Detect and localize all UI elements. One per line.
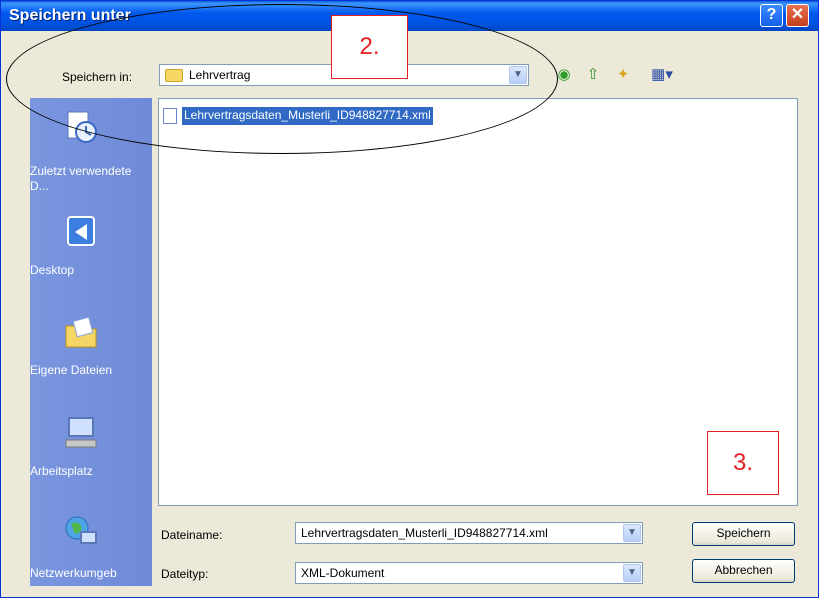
place-label-desktop: Desktop [30,263,75,277]
annotation-step-2: 2. [331,15,408,79]
filetype-dropdown[interactable]: XML-Dokument ▼ [295,562,643,584]
file-list[interactable]: Lehrvertragsdaten_Musterli_ID948827714.x… [158,98,798,506]
annotation-step-3: 3. [707,431,779,495]
chevron-down-icon[interactable]: ▼ [623,524,641,542]
help-button[interactable]: ? [760,4,783,27]
xml-file-icon [163,108,177,124]
my-documents-icon [65,316,97,348]
filetype-label: Dateityp: [161,567,209,581]
filename-value: Lehrvertragsdaten_Musterli_ID948827714.x… [301,526,548,540]
filetype-value: XML-Dokument [301,566,385,580]
save-in-value: Lehrvertrag [189,68,251,82]
dialog-title: Speichern unter [9,7,131,24]
my-computer-icon [65,417,97,448]
desktop-icon [67,216,95,246]
folder-icon [165,69,183,82]
save-in-label: Speichern in: [62,70,133,84]
place-label-my-computer: Arbeitsplatz [30,464,93,478]
view-menu-icon[interactable]: ▦▾ [649,66,675,84]
title-bar[interactable]: Speichern unter ? ✕ [1,1,818,31]
up-folder-icon[interactable]: ⇧ [583,66,603,84]
filename-label: Dateiname: [161,528,223,542]
chevron-down-icon[interactable]: ▼ [509,66,527,84]
network-icon [65,516,97,544]
chevron-down-icon[interactable]: ▼ [623,564,641,582]
save-button[interactable]: Speichern [692,522,795,546]
file-name: Lehrvertragsdaten_Musterli_ID948827714.x… [181,106,434,126]
close-button[interactable]: ✕ [786,4,809,27]
place-label-network: Netzwerkumgeb [30,566,117,580]
place-label-my-documents: Eigene Dateien [30,363,113,377]
filename-input[interactable]: Lehrvertragsdaten_Musterli_ID948827714.x… [295,522,643,544]
save-as-dialog: Speichern unter ? ✕ Speichern in: Lehrve… [0,0,819,598]
back-icon[interactable]: ◉ [554,66,574,84]
recent-documents-icon [67,111,97,143]
new-folder-icon[interactable]: ✦ [613,66,633,84]
place-label-recent: Zuletzt verwendete D... [30,164,132,193]
cancel-button[interactable]: Abbrechen [692,559,795,583]
